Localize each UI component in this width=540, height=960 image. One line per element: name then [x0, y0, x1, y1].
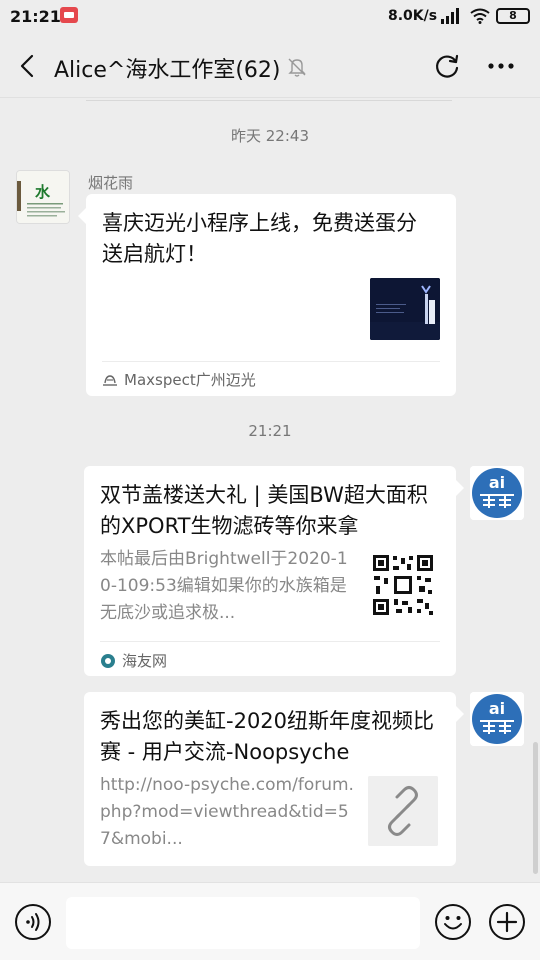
card-title: 双节盖楼送大礼 | 美国BW超大面积的XPORT生物滤砖等你来拿 — [100, 483, 428, 538]
avatar-ai-logo: ai — [470, 466, 524, 520]
card-source: 海友网 — [100, 650, 167, 671]
avatar-glyph: 水 — [35, 183, 51, 201]
link-card[interactable]: 双节盖楼送大礼 | 美国BW超大面积的XPORT生物滤砖等你来拿 本帖最后由Br… — [84, 466, 456, 676]
avatar-image: 水 — [17, 171, 69, 223]
bubble-tail — [456, 706, 464, 722]
status-time: 21:21 — [10, 7, 61, 26]
network-speed: 8.0K/s — [388, 8, 438, 24]
timestamp: 21:21 — [248, 422, 292, 440]
chat-header: Alice^海水工作室(62) — [0, 34, 540, 98]
input-bar — [0, 882, 540, 960]
plus-icon[interactable] — [488, 903, 526, 941]
card-title: 喜庆迈光小程序上线，免费送蛋分送启航灯！ — [102, 211, 417, 266]
chat-title: Alice^海水工作室(62) — [54, 58, 281, 83]
card-source: Maxspect广州迈光 — [102, 369, 256, 390]
scrollbar[interactable] — [533, 742, 538, 874]
avatar[interactable]: ai — [470, 466, 524, 520]
voice-icon[interactable] — [14, 903, 52, 941]
message-input[interactable] — [66, 897, 420, 949]
avatar-ai-logo: ai — [470, 692, 524, 746]
wifi-icon — [470, 8, 490, 24]
refresh-icon[interactable] — [434, 52, 462, 80]
card-title: 秀出您的美缸-2020纽斯年度视频比赛 - 用户交流-Noopsyche — [100, 709, 435, 764]
svg-text:ai: ai — [489, 473, 505, 492]
link-thumbnail — [368, 776, 438, 846]
previous-card-edge — [86, 100, 452, 101]
sender-name: 烟花雨 — [88, 174, 134, 192]
miniprogram-icon — [103, 374, 117, 386]
link-icon — [368, 776, 438, 846]
qr-code-thumbnail — [372, 554, 434, 616]
link-card[interactable]: 喜庆迈光小程序上线，免费送蛋分送启航灯！ Maxspect广州迈光 — [86, 194, 456, 396]
avatar[interactable]: 水 — [16, 170, 70, 224]
more-icon[interactable] — [486, 52, 516, 80]
battery-icon: 8 — [496, 8, 530, 24]
card-description: 本帖最后由Brightwell于2020-10-109:53编辑如果你的水族箱是… — [100, 549, 348, 623]
mute-icon — [288, 58, 306, 77]
back-icon[interactable] — [14, 52, 42, 80]
signal-icon — [441, 8, 459, 24]
avatar[interactable]: ai — [470, 692, 524, 746]
svg-text:ai: ai — [489, 699, 505, 718]
card-source-label: 海友网 — [122, 652, 168, 670]
card-divider — [102, 361, 440, 362]
card-source-label: Maxspect广州迈光 — [124, 371, 256, 389]
bubble-tail — [78, 208, 86, 224]
status-bar: 21:21 8.0K/s 8 — [0, 0, 540, 34]
timestamp: 昨天 22:43 — [231, 127, 309, 145]
card-description: http://noo-psyche.com/forum.php?mod=view… — [100, 775, 354, 849]
link-card[interactable]: 秀出您的美缸-2020纽斯年度视频比赛 - 用户交流-Noopsyche htt… — [84, 692, 456, 866]
site-logo-icon — [101, 653, 115, 668]
card-divider — [100, 641, 440, 642]
card-thumbnail — [370, 278, 440, 340]
bubble-tail — [456, 480, 464, 496]
emoji-icon[interactable] — [434, 903, 472, 941]
notification-app-icon — [60, 7, 78, 23]
